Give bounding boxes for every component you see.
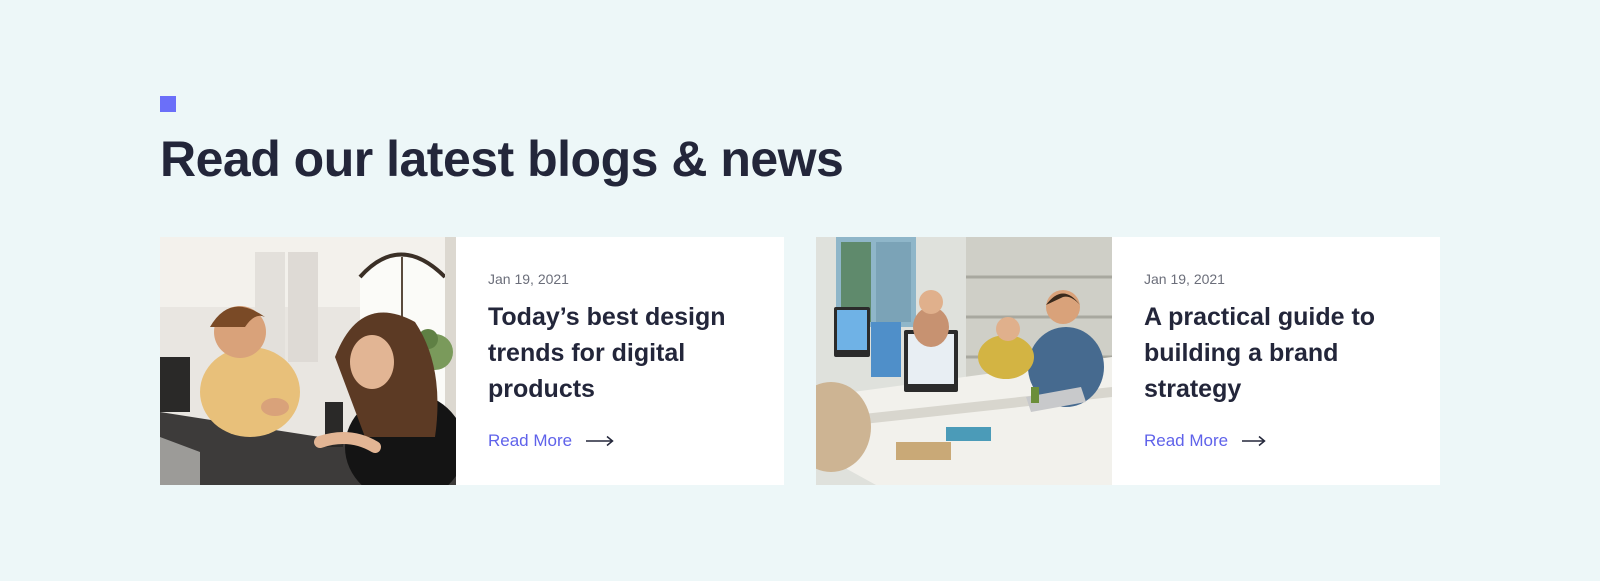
arrow-right-icon bbox=[1242, 435, 1266, 447]
read-more-label: Read More bbox=[1144, 431, 1229, 450]
post-title[interactable]: Today’s best design trends for digital p… bbox=[488, 299, 748, 407]
blog-card-body: Jan 19, 2021 A practical guide to buildi… bbox=[1112, 237, 1440, 485]
accent-square bbox=[160, 96, 176, 112]
post-date: Jan 19, 2021 bbox=[1144, 271, 1225, 287]
arrow-right-icon bbox=[586, 435, 614, 447]
photo-team-working-in-office bbox=[816, 237, 1112, 485]
read-more-link[interactable]: Read More bbox=[488, 431, 614, 451]
blog-card: Jan 19, 2021 Today’s best design trends … bbox=[160, 237, 784, 485]
blog-section: Read our latest blogs & news Jan 19, 202… bbox=[160, 96, 1440, 485]
read-more-label: Read More bbox=[488, 431, 573, 450]
read-more-link[interactable]: Read More bbox=[1144, 431, 1266, 451]
blog-card-image[interactable] bbox=[160, 237, 456, 485]
post-date: Jan 19, 2021 bbox=[488, 271, 569, 287]
blog-card-body: Jan 19, 2021 Today’s best design trends … bbox=[456, 237, 784, 485]
blog-card-image[interactable] bbox=[816, 237, 1112, 485]
blog-card: Jan 19, 2021 A practical guide to buildi… bbox=[816, 237, 1440, 485]
section-heading: Read our latest blogs & news bbox=[160, 131, 844, 187]
photo-two-women-laughing-at-laptop bbox=[160, 237, 456, 485]
blog-cards: Jan 19, 2021 Today’s best design trends … bbox=[160, 237, 1440, 485]
post-title[interactable]: A practical guide to building a brand st… bbox=[1144, 299, 1404, 407]
